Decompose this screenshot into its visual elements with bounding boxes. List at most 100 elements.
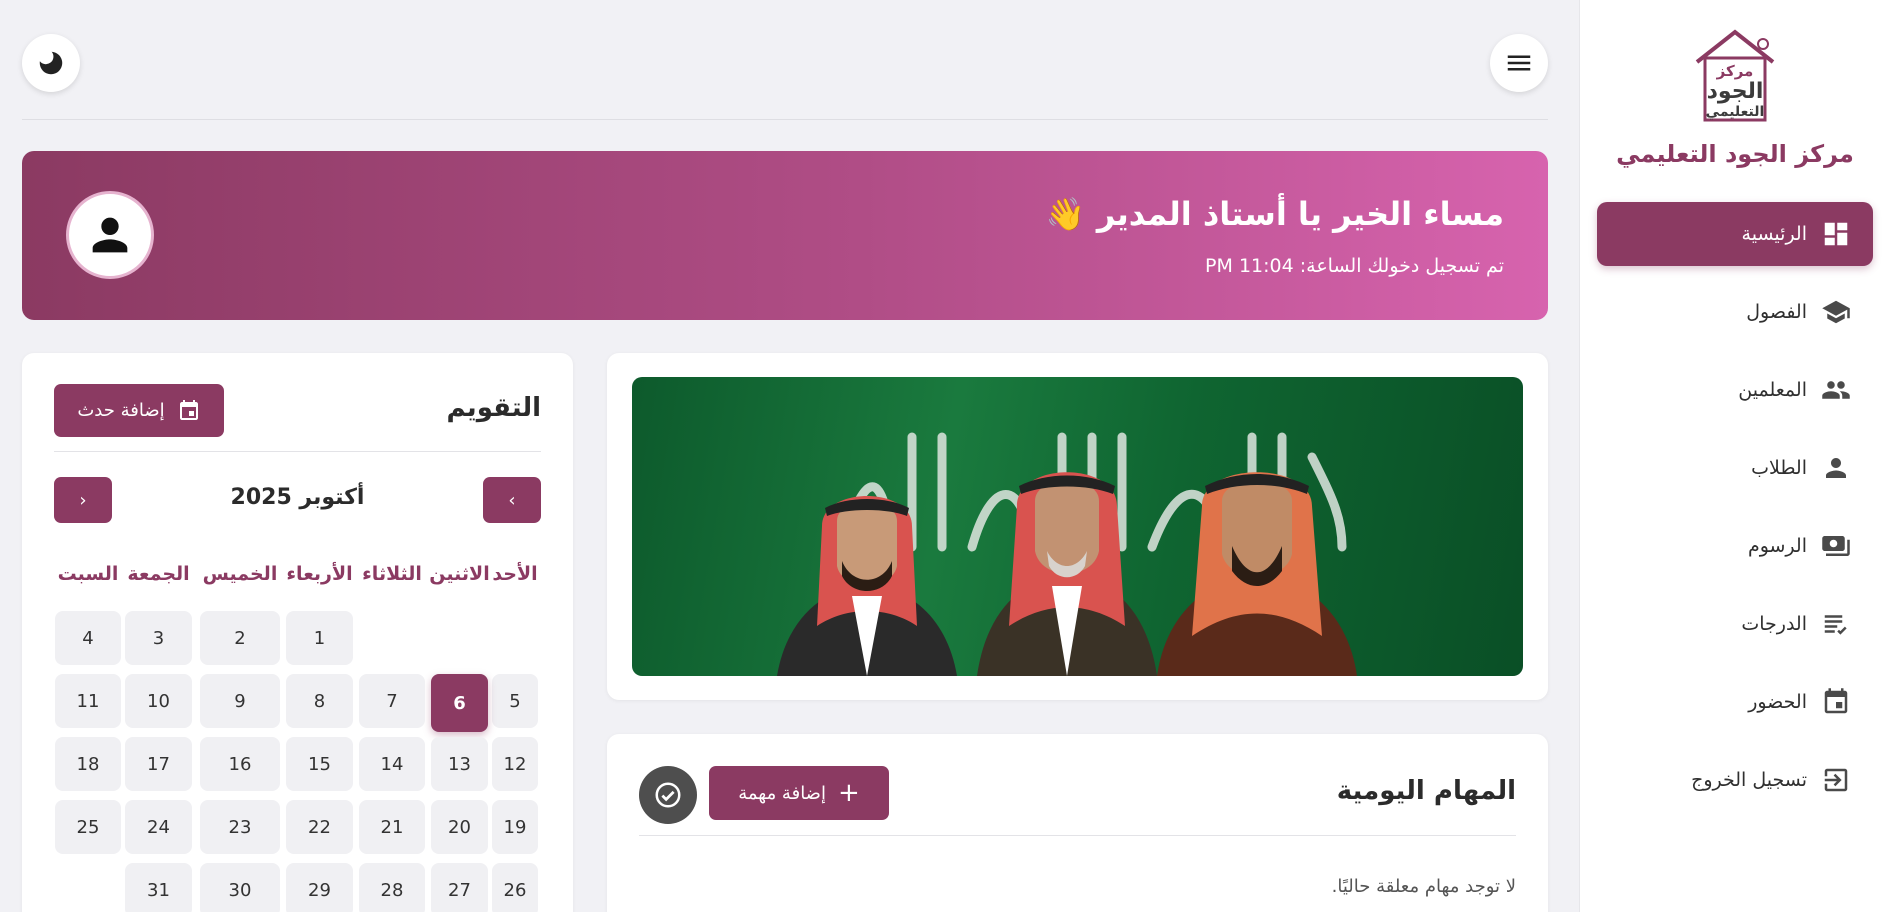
calendar-day[interactable]: 20 [431,800,488,854]
sidebar-item-students[interactable]: الطلاب [1597,436,1873,500]
logo-text-1: مركز [1716,62,1754,80]
person-icon [1821,453,1851,483]
calendar-day[interactable]: 17 [125,737,192,791]
menu-toggle-button[interactable] [1490,34,1548,92]
group-icon [1821,375,1851,405]
calendar-day[interactable]: 23 [200,800,280,854]
sidebar-item-label: الطلاب [1751,457,1807,479]
leaders-banner-card [607,353,1548,700]
welcome-banner: مساء الخير يا أستاذ المدير 👋 تم تسجيل دخ… [22,151,1548,320]
weekday-header: السبت [57,563,119,585]
payments-icon [1821,531,1851,561]
calendar-day[interactable]: 8 [286,674,353,728]
calendar-day[interactable]: 29 [286,863,353,912]
month-label: أكتوبر 2025 [230,485,365,510]
login-time: تم تسجيل دخولك الساعة: 11:04 PM [1205,255,1504,277]
add-task-button[interactable]: + إضافة مهمة [709,766,889,820]
portrait-figure [1157,472,1357,676]
calendar-day[interactable]: 3 [125,611,192,665]
weekday-header: الاثنين [429,563,490,585]
portrait-figure [777,496,957,676]
daily-tasks-card: المهام اليومية + إضافة مهمة لا توجد مهام… [607,734,1548,912]
logo-text-2: الجود [1707,79,1764,104]
divider [639,835,1516,836]
sidebar-item-grades[interactable]: الدرجات [1597,592,1873,656]
list-icon [1821,609,1851,639]
sidebar-item-label: الحضور [1748,691,1807,713]
sidebar-item-attendance[interactable]: الحضور [1597,670,1873,734]
sidebar-item-logout[interactable]: تسجيل الخروج [1597,748,1873,812]
sidebar-item-fees[interactable]: الرسوم [1597,514,1873,578]
sidebar-item-classes[interactable]: الفصول [1597,280,1873,344]
calendar-day[interactable]: 7 [359,674,425,728]
calendar-icon [1821,687,1851,717]
user-avatar-icon [92,217,128,253]
add-event-label: إضافة حدث [77,400,165,421]
sidebar: مركز الجود التعليمي مركز الجود التعليمي … [1579,0,1891,912]
calendar-day[interactable]: 4 [55,611,121,665]
weekday-header: الثلاثاء [362,563,422,585]
calendar-day[interactable]: 16 [200,737,280,791]
complete-tasks-button[interactable] [639,766,697,824]
sidebar-item-label: الدرجات [1741,613,1807,635]
graduation-cap-icon [1821,297,1851,327]
calendar-day[interactable]: 30 [200,863,280,912]
tasks-title: المهام اليومية [1336,776,1516,806]
plus-icon: + [837,778,860,808]
avatar[interactable] [66,191,154,279]
hamburger-menu-icon [1507,55,1531,71]
calendar-day[interactable]: 31 [125,863,192,912]
calendar-day-today[interactable]: 6 [431,674,488,732]
calendar-day[interactable]: 1 [286,611,353,665]
calendar-day[interactable]: 13 [431,737,488,791]
calendar-day[interactable]: 2 [200,611,280,665]
calendar-day[interactable]: 11 [55,674,121,728]
moon-icon [39,51,63,75]
logout-icon [1821,765,1851,795]
calendar-day[interactable]: 28 [359,863,425,912]
saudi-flag-image [632,377,1523,676]
calendar-day[interactable]: 24 [125,800,192,854]
sidebar-item-label: الرسوم [1747,535,1807,557]
brand-name: مركز الجود التعليمي [1616,140,1854,168]
calendar-day[interactable]: 5 [492,674,538,728]
calendar-day[interactable]: 25 [55,800,121,854]
event-icon [179,399,198,420]
sidebar-item-label: الفصول [1746,301,1807,323]
calendar-day[interactable]: 9 [200,674,280,728]
portrait-figure [977,472,1157,676]
calendar-day[interactable]: 26 [492,863,538,912]
sidebar-item-label: الرئيسية [1741,223,1807,245]
main-content: مساء الخير يا أستاذ المدير 👋 تم تسجيل دخ… [0,0,1579,912]
sidebar-nav: الرئيسية الفصول المعلمين الطلاب الرسوم ا… [1597,202,1873,826]
sidebar-item-teachers[interactable]: المعلمين [1597,358,1873,422]
add-event-button[interactable]: إضافة حدث [54,384,224,437]
calendar-title: التقويم [446,393,541,423]
calendar-day[interactable]: 18 [55,737,121,791]
tasks-empty-message: لا توجد مهام معلقة حاليًا. [1331,876,1516,897]
topbar [22,34,1548,120]
weekday-header: الخميس [202,563,278,585]
theme-toggle-button[interactable] [22,34,80,92]
calendar-day[interactable]: 22 [286,800,353,854]
calendar-day[interactable]: 12 [492,737,538,791]
calendar-day[interactable]: 14 [359,737,425,791]
add-task-label: إضافة مهمة [738,782,826,804]
sidebar-item-home[interactable]: الرئيسية [1597,202,1873,266]
greeting-title: مساء الخير يا أستاذ المدير 👋 [1045,195,1504,233]
divider [54,451,541,452]
check-circle-icon [655,782,681,808]
calendar-card: التقويم إضافة حدث ‹ › أكتوبر 2025 الأحد ا… [22,353,573,912]
logo-text-3: التعليمي [1706,104,1765,120]
calendar-day[interactable]: 15 [286,737,353,791]
brand-logo: مركز الجود التعليمي [1695,29,1775,122]
dashboard-icon [1821,219,1851,249]
calendar-day[interactable]: 10 [125,674,192,728]
weekday-header: الجمعة [127,563,190,585]
calendar-day[interactable]: 19 [492,800,538,854]
calendar-day[interactable]: 27 [431,863,488,912]
calendar-day[interactable]: 21 [359,800,425,854]
sidebar-item-label: تسجيل الخروج [1691,769,1807,791]
weekday-header: الأربعاء [286,563,353,585]
sidebar-item-label: المعلمين [1738,379,1807,401]
